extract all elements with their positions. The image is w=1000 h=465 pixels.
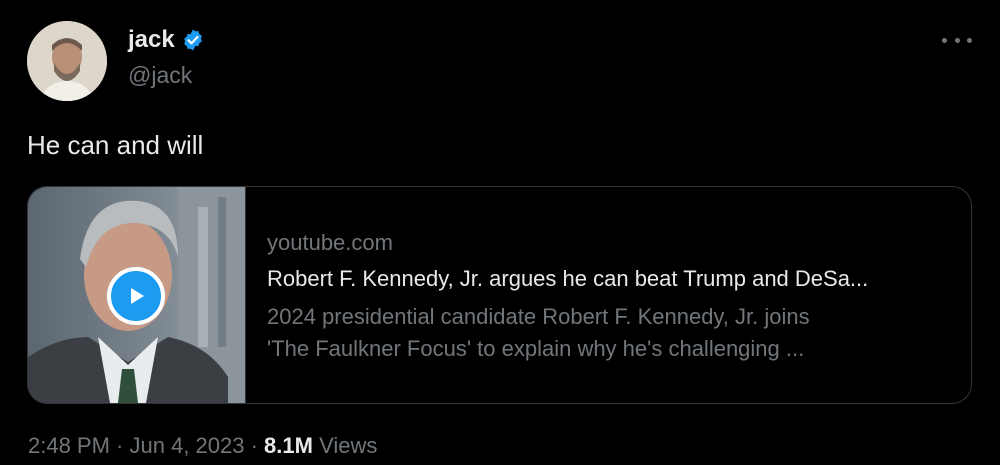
- author-display-name[interactable]: jack: [128, 26, 175, 54]
- avatar[interactable]: [27, 21, 107, 101]
- author-handle[interactable]: @jack: [128, 62, 192, 89]
- views-count: 8.1M: [264, 433, 313, 458]
- more-options-icon[interactable]: [942, 28, 972, 52]
- tweet: jack @jack He can and will youtube.com R…: [0, 0, 1000, 465]
- author-name-row[interactable]: jack: [128, 26, 205, 54]
- meta-separator: ·: [244, 433, 265, 458]
- views-label: Views: [312, 433, 378, 458]
- verified-badge-icon: [181, 28, 205, 52]
- card-domain: youtube.com: [267, 230, 393, 255]
- play-icon[interactable]: [107, 267, 165, 325]
- tweet-meta: 2:48 PM · Jun 4, 2023 · 8.1M Views: [28, 433, 377, 459]
- card-body[interactable]: youtube.com Robert F. Kennedy, Jr. argue…: [246, 187, 971, 403]
- meta-separator: ·: [109, 433, 130, 458]
- card-title: Robert F. Kennedy, Jr. argues he can bea…: [267, 266, 869, 291]
- card-description-line: 'The Faulkner Focus' to explain why he's…: [267, 336, 805, 361]
- tweet-time[interactable]: 2:48 PM: [28, 433, 110, 458]
- video-thumbnail[interactable]: [28, 187, 246, 403]
- link-preview-card[interactable]: youtube.com Robert F. Kennedy, Jr. argue…: [27, 186, 972, 404]
- tweet-text: He can and will: [27, 130, 204, 160]
- avatar-image: [27, 21, 107, 101]
- card-description: 2024 presidential candidate Robert F. Ke…: [267, 301, 971, 365]
- tweet-date[interactable]: Jun 4, 2023: [130, 433, 245, 458]
- card-description-line: 2024 presidential candidate Robert F. Ke…: [267, 304, 810, 329]
